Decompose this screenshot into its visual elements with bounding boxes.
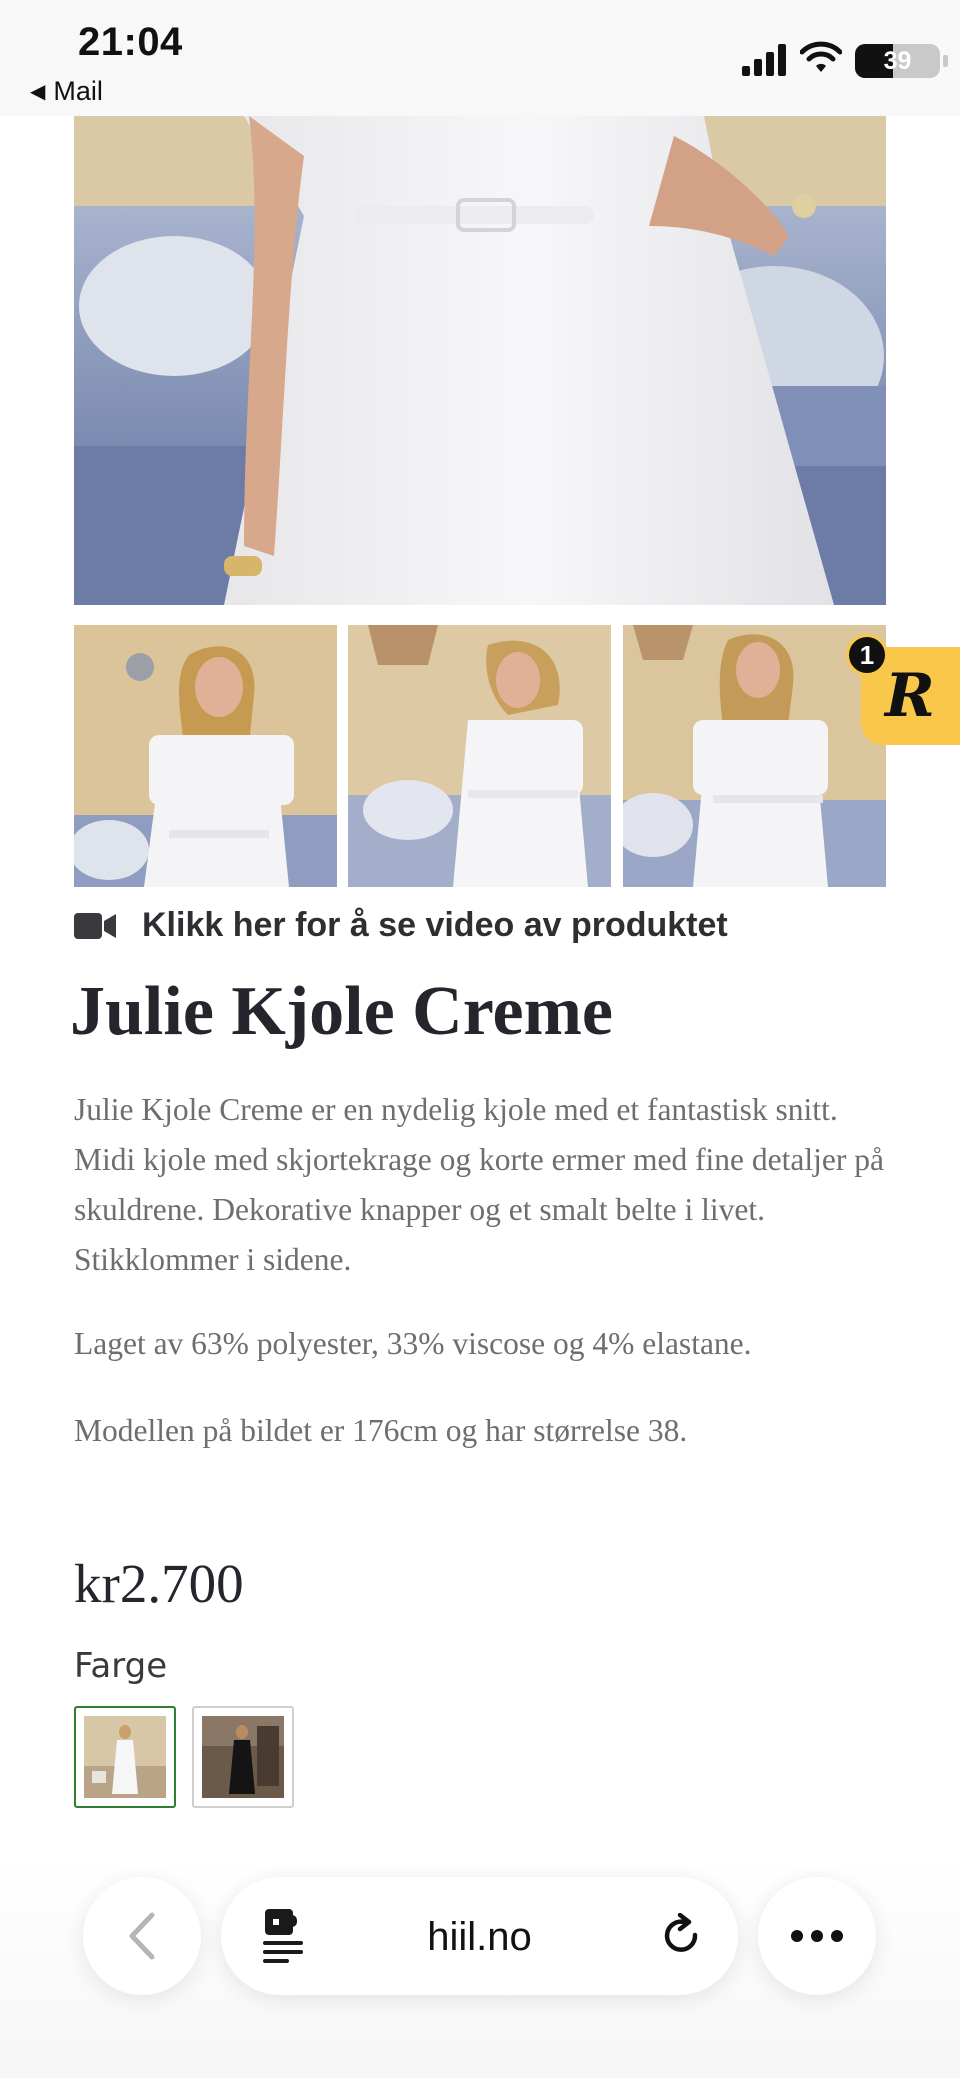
swatch-black-image <box>202 1716 284 1798</box>
reload-icon[interactable] <box>659 1913 705 1959</box>
product-main-image[interactable] <box>74 116 886 605</box>
back-app-label: Mail <box>53 76 103 106</box>
browser-back-button[interactable] <box>83 1877 201 1995</box>
product-description: Julie Kjole Creme er en nydelig kjole me… <box>74 1092 884 1277</box>
thumbnail-photo <box>74 625 337 887</box>
battery-indicator: 39 <box>855 44 949 78</box>
thumbnail-photo <box>623 625 886 887</box>
color-swatch-creme[interactable] <box>74 1706 176 1808</box>
wifi-icon <box>800 41 842 72</box>
back-triangle-icon: ◀ <box>30 81 46 103</box>
chevron-left-icon <box>129 1912 155 1960</box>
thumbnail-photo <box>348 625 611 887</box>
product-title: Julie Kjole Creme <box>70 973 613 1050</box>
dress-photo <box>74 116 886 605</box>
swatch-creme-image <box>84 1716 166 1798</box>
status-time: 21:04 <box>78 20 183 64</box>
back-to-mail-link[interactable]: ◀ Mail <box>30 76 103 107</box>
more-options-button[interactable] <box>758 1877 876 1995</box>
video-camera-icon <box>74 912 116 939</box>
product-video-link[interactable]: Klikk her for å se video av produktet <box>74 906 728 945</box>
video-link-label: Klikk her for å se video av produktet <box>142 906 728 944</box>
cellular-signal-icon <box>742 44 786 76</box>
rewards-notification-count: 1 <box>846 634 888 676</box>
product-model-info: Modellen på bildet er 176cm og har størr… <box>74 1413 688 1448</box>
thumbnail-2[interactable] <box>348 625 611 887</box>
address-bar[interactable]: hiil.no <box>221 1877 738 1995</box>
ellipsis-icon <box>791 1930 843 1942</box>
rewards-logo-letter: R <box>885 661 935 731</box>
product-thumbnails <box>74 625 886 887</box>
status-bar: 21:04 ◀ Mail 39 <box>0 0 960 116</box>
thumbnail-1[interactable] <box>74 625 337 887</box>
product-price: kr2.700 <box>74 1553 244 1614</box>
product-material: Laget av 63% polyester, 33% viscose og 4… <box>74 1326 752 1361</box>
battery-level: 39 <box>883 47 912 75</box>
thumbnail-3[interactable] <box>623 625 886 887</box>
color-swatch-black[interactable] <box>192 1706 294 1808</box>
color-label: Farge <box>74 1646 168 1686</box>
